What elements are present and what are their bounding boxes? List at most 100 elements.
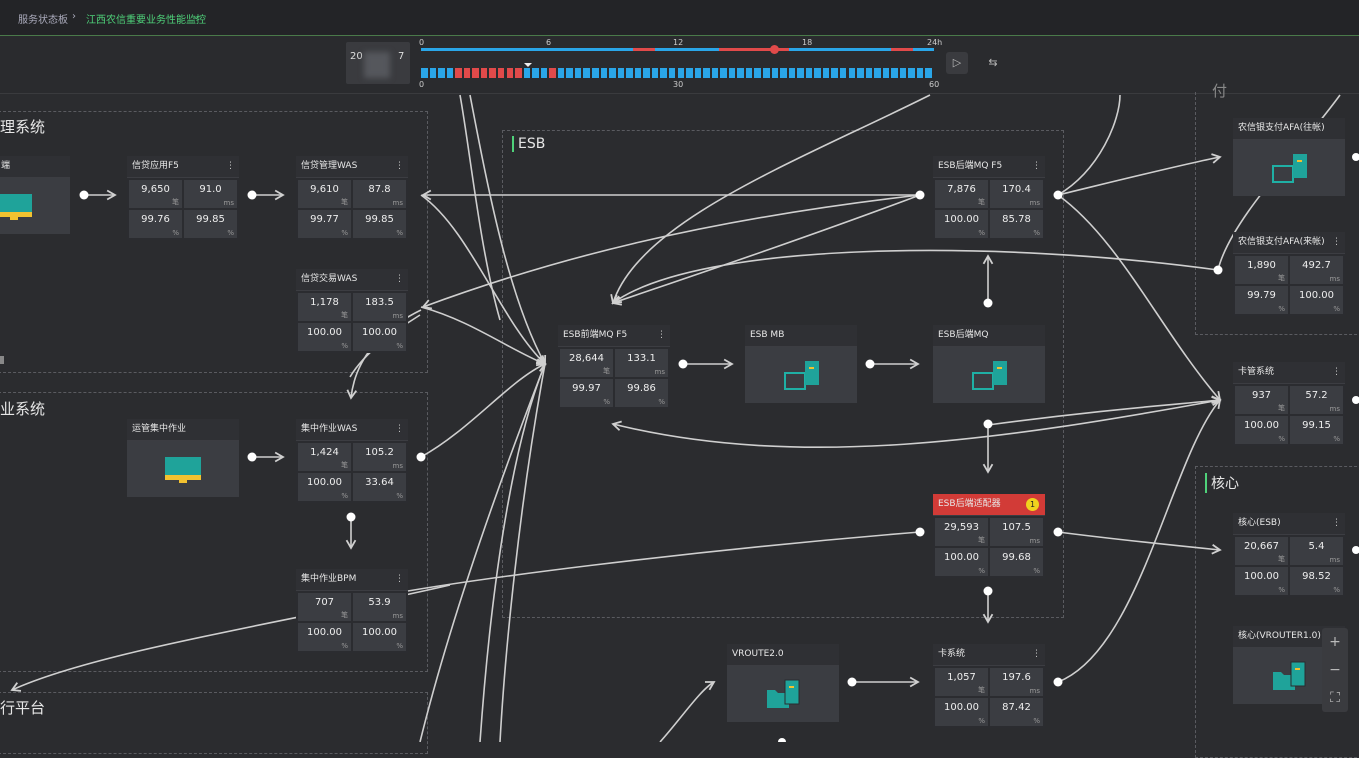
card-vroute[interactable]: VROUTE2.0 bbox=[727, 644, 839, 722]
metric-unit: % bbox=[1333, 586, 1340, 594]
link bbox=[611, 249, 1219, 305]
link bbox=[659, 681, 716, 742]
link-dot[interactable] bbox=[1053, 190, 1063, 200]
card-menu-icon[interactable]: ⋮ bbox=[1032, 156, 1041, 177]
card-esb-back-mq[interactable]: ESB后端MQ bbox=[933, 325, 1045, 403]
metric-unit: 笔 bbox=[341, 611, 348, 619]
server-icon bbox=[784, 361, 819, 390]
card-title: ESB后端适配器 bbox=[938, 499, 1001, 509]
alert-badge[interactable]: 1 bbox=[1026, 498, 1039, 511]
card-title: 卡系统 bbox=[938, 649, 966, 659]
card-menu-icon[interactable]: ⋮ bbox=[1332, 513, 1341, 534]
card-ops-client[interactable]: 运管集中作业 bbox=[127, 419, 239, 497]
card-afa-incoming[interactable]: 农信银支付AFA(来帐) ⋮ 1,890 笔 492.7 ms 99.79% 100.… bbox=[1233, 232, 1345, 316]
zoom-in-button[interactable]: + bbox=[1322, 628, 1348, 656]
link-dot[interactable] bbox=[1352, 546, 1359, 554]
link-dot[interactable] bbox=[1352, 396, 1359, 404]
card-menu-icon[interactable]: ⋮ bbox=[395, 156, 404, 177]
metric-unit: 笔 bbox=[603, 367, 610, 375]
card-ops-bpm[interactable]: 集中作业BPM ⋮ 707 笔 53.9 ms 100.00% 100.00% bbox=[296, 569, 408, 653]
link-dot[interactable] bbox=[915, 190, 925, 200]
link-dot[interactable] bbox=[247, 190, 257, 200]
metric-count: 29,593 bbox=[944, 522, 979, 533]
link bbox=[1057, 531, 1222, 555]
card-title: 核心(ESB) bbox=[1238, 518, 1281, 528]
link-dot[interactable] bbox=[865, 359, 875, 369]
server-icon bbox=[972, 361, 1007, 390]
card-esb-adapter[interactable]: ESB后端适配器 1 29,593 笔 107.5 ms 100.00% 99.68% bbox=[933, 494, 1045, 578]
link-dot[interactable] bbox=[915, 527, 925, 537]
metric-unit: % bbox=[978, 229, 985, 237]
metric-unit: 笔 bbox=[978, 198, 985, 206]
card-menu-icon[interactable]: ⋮ bbox=[1032, 644, 1041, 665]
link-dot[interactable] bbox=[416, 452, 426, 462]
link-dot[interactable] bbox=[983, 298, 993, 308]
link-dot[interactable] bbox=[1053, 677, 1063, 687]
metric-unit: % bbox=[658, 398, 665, 406]
card-ops-was[interactable]: 集中作业WAS ⋮ 1,424 笔 105.2 ms 100.00% 33.64% bbox=[296, 419, 408, 503]
link-dot[interactable] bbox=[983, 419, 993, 429]
metric-count: 1,178 bbox=[310, 297, 339, 308]
zoom-out-button[interactable]: − bbox=[1322, 656, 1348, 684]
card-esb-front-f5[interactable]: ESB前端MQ F5 ⋮ 28,644 笔 133.1 ms 99.97% 99.86… bbox=[558, 325, 670, 409]
metric-success: 100.00 bbox=[307, 327, 342, 338]
metric-latency: 107.5 bbox=[1002, 522, 1031, 533]
card-title: ESB前端MQ F5 bbox=[563, 330, 628, 340]
metric-latency: 87.8 bbox=[368, 184, 391, 195]
metric-unit: ms bbox=[1329, 405, 1340, 413]
link bbox=[349, 531, 921, 603]
card-title: 运管集中作业 bbox=[132, 424, 187, 434]
metric-unit: ms bbox=[223, 199, 234, 207]
card-menu-icon[interactable]: ⋮ bbox=[395, 269, 404, 290]
monitor-icon bbox=[165, 457, 201, 483]
card-credit-trade-was[interactable]: 信贷交易WAS ⋮ 1,178 笔 183.5 ms 100.00% 100.00% bbox=[296, 269, 408, 353]
card-card-mgmt[interactable]: 卡管系统 ⋮ 937 笔 57.2 ms 100.00% 99.15% bbox=[1233, 362, 1345, 446]
link-dot[interactable] bbox=[79, 190, 89, 200]
card-card-system[interactable]: 卡系统 ⋮ 1,057 笔 197.6 ms 100.00% 87.42% bbox=[933, 644, 1045, 728]
metric-unit: ms bbox=[392, 199, 403, 207]
link-dot[interactable] bbox=[678, 359, 688, 369]
card-credit-was[interactable]: 信贷管理WAS ⋮ 9,610 笔 87.8 ms 99.77% 99.85% bbox=[296, 156, 408, 240]
link-dot[interactable] bbox=[1213, 265, 1223, 275]
link-dot[interactable] bbox=[247, 452, 257, 462]
metric-rate: 33.64 bbox=[365, 477, 394, 488]
card-credit-client[interactable]: 端 bbox=[0, 156, 70, 234]
card-title: 信贷管理WAS bbox=[301, 161, 358, 171]
card-menu-icon[interactable]: ⋮ bbox=[657, 325, 666, 346]
card-menu-icon[interactable]: ⋮ bbox=[1332, 232, 1341, 253]
card-menu-icon[interactable]: ⋮ bbox=[1332, 362, 1341, 383]
card-afa-outgoing[interactable]: 农信银支付AFA(往帐) bbox=[1233, 118, 1345, 196]
link bbox=[611, 194, 921, 306]
card-core-esb[interactable]: 核心(ESB) ⋮ 20,667 笔 5.4 ms 100.00% 98.52% bbox=[1233, 513, 1345, 597]
metric-count: 28,644 bbox=[569, 353, 604, 364]
metric-success: 99.79 bbox=[1247, 290, 1276, 301]
card-credit-f5[interactable]: 信贷应用F5 ⋮ 9,650 笔 91.0 ms 99.76% 99.85% bbox=[127, 156, 239, 240]
metric-unit: ms bbox=[1029, 537, 1040, 545]
link-dot[interactable] bbox=[778, 738, 786, 742]
card-menu-icon[interactable]: ⋮ bbox=[395, 569, 404, 590]
card-esb-back-f5[interactable]: ESB后端MQ F5 ⋮ 7,876 笔 170.4 ms 100.00% 85.78… bbox=[933, 156, 1045, 240]
metric-count: 20,667 bbox=[1244, 541, 1279, 552]
link-dot[interactable] bbox=[346, 512, 356, 522]
metric-success: 100.00 bbox=[307, 627, 342, 638]
metric-count: 7,876 bbox=[947, 184, 976, 195]
metric-unit: % bbox=[1278, 435, 1285, 443]
link bbox=[420, 194, 547, 366]
card-esb-mb[interactable]: ESB MB bbox=[745, 325, 857, 403]
card-menu-icon[interactable]: ⋮ bbox=[395, 419, 404, 440]
link-dot[interactable] bbox=[983, 586, 993, 596]
metric-unit: ms bbox=[392, 462, 403, 470]
metric-latency: 105.2 bbox=[365, 447, 394, 458]
card-menu-icon[interactable]: ⋮ bbox=[226, 156, 235, 177]
metric-unit: % bbox=[396, 642, 403, 650]
link-dot[interactable] bbox=[847, 677, 857, 687]
metric-unit: % bbox=[341, 342, 348, 350]
link-dot[interactable] bbox=[1053, 527, 1063, 537]
link-dot[interactable] bbox=[1352, 153, 1359, 161]
metric-rate: 99.86 bbox=[627, 383, 656, 394]
metric-rate: 100.00 bbox=[362, 327, 397, 338]
metric-unit: % bbox=[978, 717, 985, 725]
fit-screen-button[interactable]: ⛶ bbox=[1322, 684, 1348, 712]
monitor-icon bbox=[0, 194, 32, 220]
metric-latency: 197.6 bbox=[1002, 672, 1031, 683]
